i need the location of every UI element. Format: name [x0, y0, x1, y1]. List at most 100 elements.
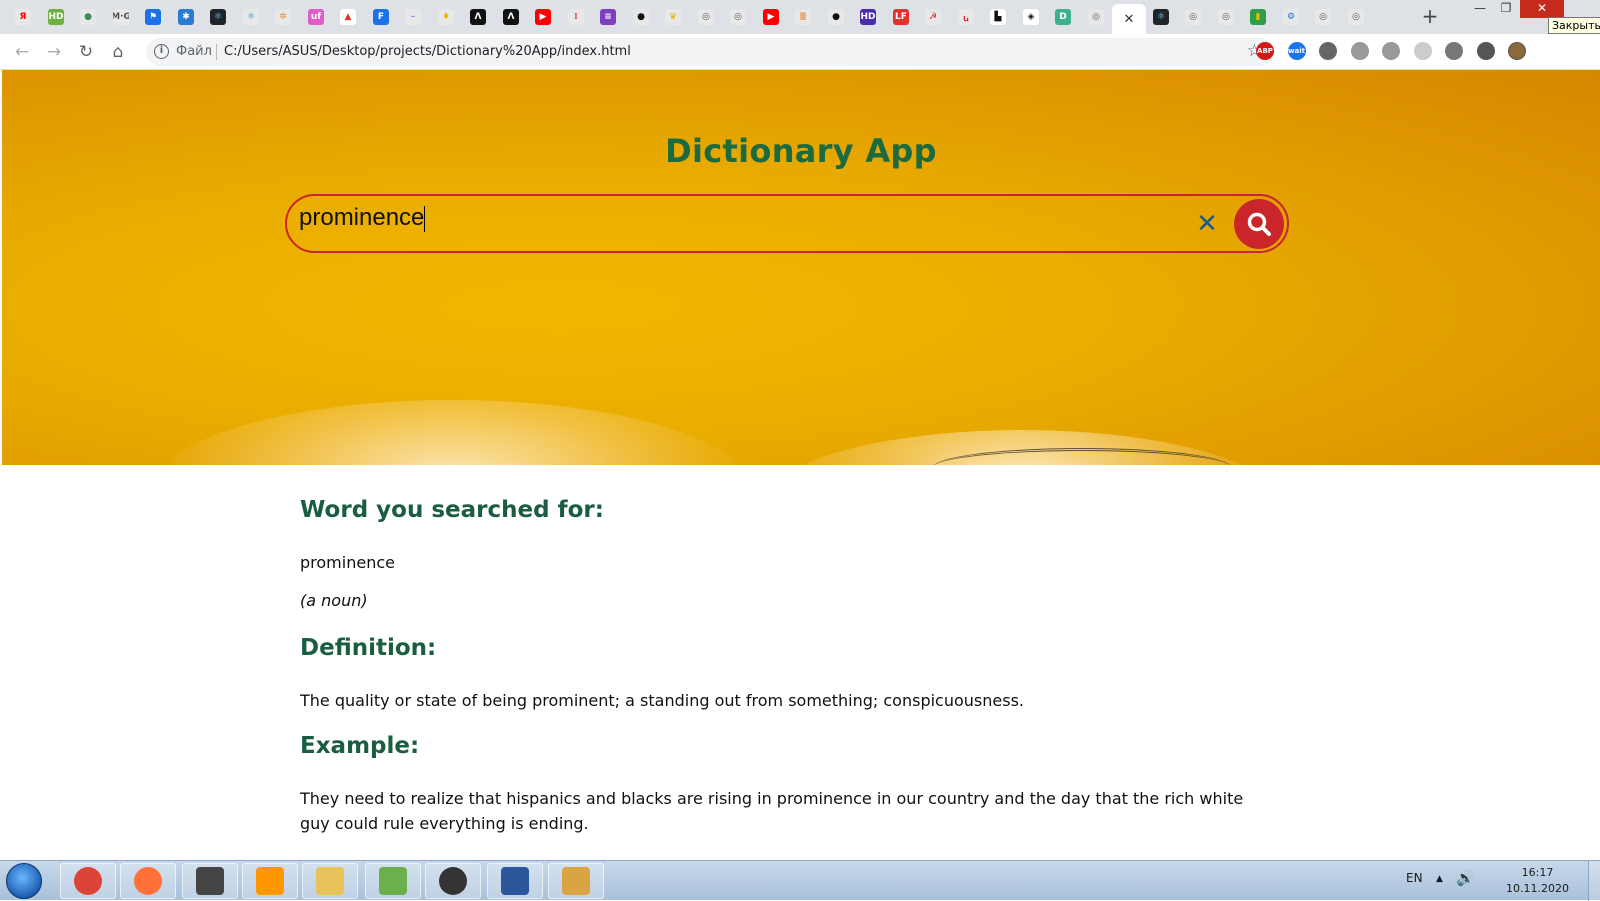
browser-tab[interactable]: ▲ [335, 4, 361, 30]
volume-icon[interactable]: 🔊 [1456, 869, 1475, 887]
gear-orange-icon: ✲ [275, 9, 291, 25]
reload-icon[interactable]: ↻ [74, 40, 98, 64]
hero-book-decoration [152, 400, 752, 465]
browser-tab[interactable]: ◎ [725, 4, 751, 30]
browser-tab[interactable]: ◈ [1018, 4, 1044, 30]
active-browser-tab[interactable]: ✕ [1112, 4, 1146, 34]
browser-tab[interactable]: ✲ [270, 4, 296, 30]
back-arrow-icon[interactable]: ← [10, 40, 34, 64]
folder-icon [316, 867, 344, 895]
emblem-icon: ☭ [925, 9, 941, 25]
dash-icon: – [405, 9, 421, 25]
clock[interactable]: 16:17 10.11.2020 [1506, 865, 1569, 897]
browser-tab[interactable]: ⚑ [140, 4, 166, 30]
language-indicator[interactable]: EN [1406, 871, 1423, 885]
taskbar-app-button[interactable] [365, 863, 421, 899]
browser-tab[interactable]: ✱ [173, 4, 199, 30]
puzzle-icon[interactable] [1476, 42, 1495, 60]
search-button[interactable] [1234, 199, 1284, 249]
browser-tab[interactable]: ≡ [595, 4, 621, 30]
search-input[interactable]: prominence [299, 204, 1179, 244]
address-bar[interactable]: i Файл C:/Users/ASUS/Desktop/projects/Di… [146, 38, 1274, 66]
info-icon[interactable]: i [154, 44, 169, 59]
browser-tab[interactable]: – [400, 4, 426, 30]
forward-arrow-icon[interactable]: → [42, 40, 66, 64]
browser-tab[interactable]: LF [888, 4, 914, 30]
browser-tab[interactable]: Λ [498, 4, 524, 30]
crown-icon: ♛ [665, 9, 681, 25]
browser-tab[interactable]: HD [855, 4, 881, 30]
browser-tab[interactable]: ⁞ [563, 4, 589, 30]
browser-tab[interactable]: Я [10, 4, 36, 30]
word-heading: Word you searched for: [300, 497, 604, 523]
browser-tab[interactable]: ◎ [1180, 4, 1206, 30]
start-button[interactable] [6, 863, 42, 899]
browser-tab[interactable]: ◎ [693, 4, 719, 30]
lambda-icon: Λ [470, 9, 486, 25]
definition-text: The quality or state of being prominent;… [300, 691, 1024, 710]
wait-icon[interactable]: wait [1287, 42, 1306, 60]
browser-tab[interactable]: Λ [465, 4, 491, 30]
taskbar-app-button[interactable] [548, 863, 604, 899]
example-text: They need to realize that hispanics and … [300, 789, 1244, 833]
address-url[interactable]: C:/Users/ASUS/Desktop/projects/Dictionar… [224, 44, 631, 59]
browser-tab[interactable]: ≣ [790, 4, 816, 30]
home-icon[interactable]: ⌂ [106, 40, 130, 64]
browser-tab[interactable]: ⚙ [1278, 4, 1304, 30]
browser-tab[interactable]: ◎ [1310, 4, 1336, 30]
browser-tab[interactable]: ◎ [1083, 4, 1109, 30]
new-tab-button[interactable]: + [1418, 5, 1442, 29]
browser-tab[interactable]: ⚛ [205, 4, 231, 30]
browser-tab[interactable]: ♛ [660, 4, 686, 30]
browser-tab[interactable]: M·G [108, 4, 134, 30]
browser-tab[interactable]: ▶ [758, 4, 784, 30]
clear-icon[interactable]: ✕ [1193, 208, 1221, 240]
browser-tab[interactable]: ⚛ [238, 4, 264, 30]
extension-gray-icon[interactable] [1319, 42, 1337, 60]
browser-tab[interactable]: ◎ [1213, 4, 1239, 30]
browser-tab[interactable]: ◎ [1343, 4, 1369, 30]
minimize-icon[interactable]: — [1468, 0, 1492, 18]
camera-ext-icon[interactable] [1445, 42, 1463, 60]
browser-tab[interactable]: ⚛ [1148, 4, 1174, 30]
profile-avatar[interactable] [1508, 42, 1526, 60]
react-alt-icon: ⚛ [243, 9, 259, 25]
firefox-icon [134, 867, 162, 895]
browser-tab[interactable]: uf [303, 4, 329, 30]
close-window-icon[interactable]: ✕ [1520, 0, 1564, 18]
word-type: (a noun) [300, 591, 368, 610]
stackoverflow-icon: ≣ [795, 9, 811, 25]
browser-tab[interactable]: F [368, 4, 394, 30]
grid-dots-icon: ⁞ [568, 9, 584, 25]
browser-tab[interactable]: ● [75, 4, 101, 30]
adblock-icon[interactable]: ABP [1256, 42, 1274, 60]
uf-icon: uf [308, 9, 324, 25]
browser-tab[interactable]: ▶ [530, 4, 556, 30]
browser-tab[interactable]: HD [43, 4, 69, 30]
maximize-icon[interactable]: ❐ [1494, 0, 1518, 18]
taskbar-app-button[interactable] [182, 863, 238, 899]
page-viewport: Dictionary App prominence ✕ Word you sea… [2, 70, 1600, 860]
chrome-icon [74, 867, 102, 895]
show-desktop-button[interactable] [1588, 861, 1600, 901]
taskbar-app-button[interactable] [487, 863, 543, 899]
taskbar-app-button[interactable] [425, 863, 481, 899]
browser-tab[interactable]: D [1050, 4, 1076, 30]
browser-tab[interactable]: ☭ [920, 4, 946, 30]
browser-tab[interactable]: ● [823, 4, 849, 30]
browser-tab[interactable]: ♦ [433, 4, 459, 30]
browser-tab[interactable]: ● [628, 4, 654, 30]
taskbar-app-button[interactable] [302, 863, 358, 899]
browser-tab[interactable]: ▙ [985, 4, 1011, 30]
taskbar-app-button[interactable] [60, 863, 116, 899]
taskbar-app-button[interactable] [120, 863, 176, 899]
tray-arrow-icon[interactable]: ▲ [1436, 874, 1443, 884]
browser-tab[interactable]: ▮ [1245, 4, 1271, 30]
close-tab-icon[interactable]: ✕ [1124, 12, 1135, 27]
taskbar-app-button[interactable] [242, 863, 298, 899]
translate-icon[interactable] [1382, 42, 1400, 60]
blank-ext-icon[interactable] [1413, 42, 1432, 60]
pdf-icon[interactable] [1350, 42, 1369, 60]
globe-icon: ◎ [1218, 9, 1234, 25]
browser-tab[interactable]: ꭎ [953, 4, 979, 30]
